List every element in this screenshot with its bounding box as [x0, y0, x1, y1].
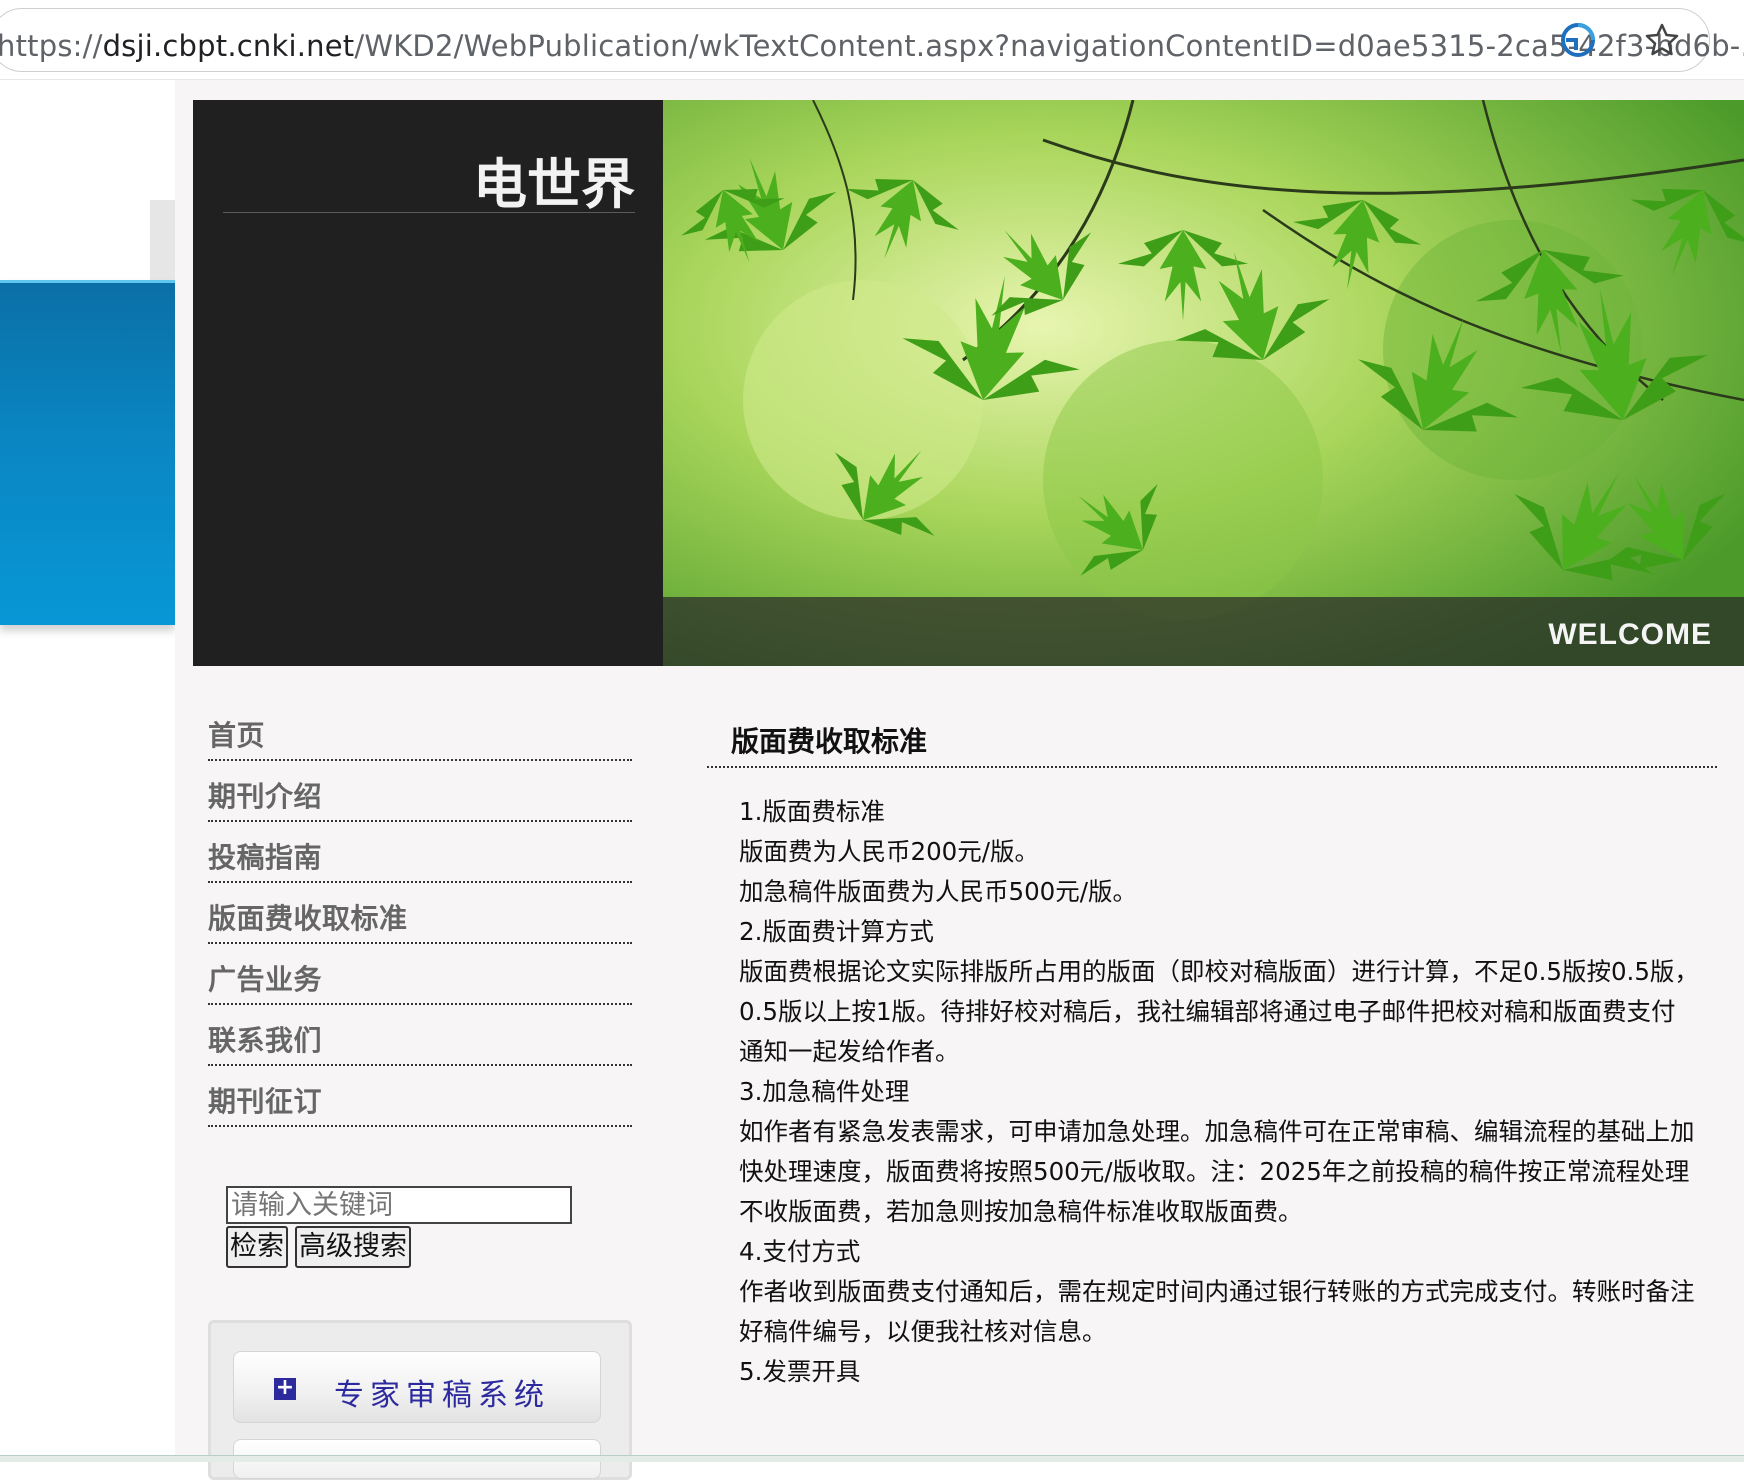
page-body: 电世界 WELCOME 首页 期刊介绍 投稿指南 版面费收取标准 广告业务 联系…	[175, 80, 1744, 1480]
title-divider	[223, 212, 635, 213]
site-header: 电世界 WELCOME	[193, 100, 1744, 666]
nav-page-fee[interactable]: 版面费收取标准	[208, 883, 632, 944]
expert-review-label: 专家审稿系统	[334, 1378, 550, 1413]
nav-advertising[interactable]: 广告业务	[208, 944, 632, 1005]
article-title: 版面费收取标准	[731, 725, 928, 758]
search-input[interactable]	[226, 1186, 572, 1224]
plus-icon: +	[274, 1375, 296, 1400]
left-decoration	[0, 80, 175, 1462]
leaves-illustration	[663, 100, 1744, 666]
article-paragraph: 3.加急稿件处理	[739, 1077, 910, 1106]
star-icon[interactable]	[1642, 20, 1682, 60]
article-paragraph: 4.支付方式	[739, 1237, 861, 1266]
search-button[interactable]: 检索	[226, 1226, 288, 1268]
article-paragraph: 版面费根据论文实际排版所占用的版面（即校对稿版面）进行计算，不足0.5版按0.5…	[739, 957, 1699, 1066]
expert-review-button[interactable]: + 专家审稿系统	[233, 1351, 601, 1423]
article-paragraph: 2.版面费计算方式	[739, 917, 934, 946]
url-text: https://dsji.cbpt.cnki.net/WKD2/WebPubli…	[0, 29, 1744, 63]
left-gray-block	[150, 200, 175, 280]
article-paragraph: 作者收到版面费支付通知后，需在规定时间内通过银行转账的方式完成支付。转账时备注好…	[739, 1277, 1695, 1346]
nav-submission-guide[interactable]: 投稿指南	[208, 822, 632, 883]
site-title: 电世界	[473, 153, 635, 216]
nav-contact[interactable]: 联系我们	[208, 1005, 632, 1066]
article-paragraph: 版面费为人民币200元/版。	[739, 837, 1040, 866]
article-paragraph: 如作者有紧急发表需求，可申请加急处理。加急稿件可在正常审稿、编辑流程的基础上加快…	[739, 1117, 1695, 1226]
banner-image: WELCOME	[663, 100, 1744, 666]
url-field[interactable]: https://dsji.cbpt.cnki.net/WKD2/WebPubli…	[0, 8, 1744, 72]
article-paragraph: 加急稿件版面费为人民币500元/版。	[739, 877, 1138, 906]
article-paragraph: 1.版面费标准	[739, 797, 885, 826]
browser-address-bar: https://dsji.cbpt.cnki.net/WKD2/WebPubli…	[0, 0, 1744, 80]
nav-journal-intro[interactable]: 期刊介绍	[208, 761, 632, 822]
refresh-icon[interactable]	[1558, 20, 1598, 60]
banner-caption: WELCOME	[1548, 618, 1712, 651]
article-body: 1.版面费标准 版面费为人民币200元/版。 加急稿件版面费为人民币500元/版…	[739, 792, 1699, 1392]
nav-subscription[interactable]: 期刊征订	[208, 1066, 632, 1127]
left-blue-panel	[0, 280, 175, 625]
advanced-search-button[interactable]: 高级搜索	[295, 1226, 411, 1268]
nav-home[interactable]: 首页	[208, 700, 632, 761]
article-paragraph: 5.发票开具	[739, 1357, 861, 1386]
side-nav: 首页 期刊介绍 投稿指南 版面费收取标准 广告业务 联系我们 期刊征订	[208, 700, 632, 1127]
window-bottom-edge	[0, 1455, 1744, 1462]
article-divider	[707, 766, 1717, 768]
